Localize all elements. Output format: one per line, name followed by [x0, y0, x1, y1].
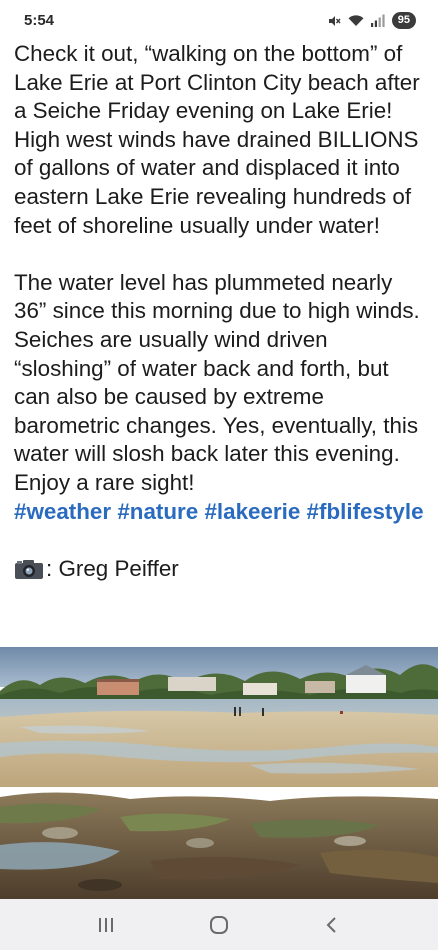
recent-apps-icon	[99, 917, 114, 932]
recent-apps-button[interactable]	[84, 903, 128, 947]
post-photo[interactable]	[0, 647, 438, 899]
post-paragraph-2: The water level has plummeted nearly 36”…	[14, 269, 420, 495]
status-time: 5:54	[24, 12, 55, 29]
back-button[interactable]	[310, 903, 354, 947]
post-body: Check it out, “walking on the bottom” of…	[14, 40, 430, 583]
battery-icon: 95	[391, 12, 416, 29]
status-bar: 5:54 95	[0, 0, 438, 40]
mute-icon	[328, 15, 341, 26]
back-icon	[326, 916, 336, 933]
signal-icon	[370, 14, 385, 27]
post-paragraph-1: Check it out, “walking on the bottom” of…	[14, 41, 420, 238]
hashtag-weather[interactable]: #weather	[14, 499, 111, 524]
hashtag-line: #weather #nature #lakeerie #fblifestyle	[14, 498, 430, 527]
navigation-bar	[0, 899, 438, 950]
wifi-icon	[348, 15, 364, 26]
camera-icon	[15, 559, 43, 579]
home-icon	[209, 915, 228, 934]
photo-credit-text: : Greg Peiffer	[46, 555, 179, 581]
photo-rocky-foreground	[0, 792, 438, 899]
home-button[interactable]	[197, 903, 241, 947]
hashtag-nature[interactable]: #nature	[117, 499, 198, 524]
hashtag-lakeerie[interactable]: #lakeerie	[204, 499, 300, 524]
photo-sandbar	[0, 707, 438, 787]
status-icons: 95	[327, 12, 416, 29]
hashtag-fblifestyle[interactable]: #fblifestyle	[307, 499, 424, 524]
photo-credit: : Greg Peiffer	[14, 555, 430, 584]
